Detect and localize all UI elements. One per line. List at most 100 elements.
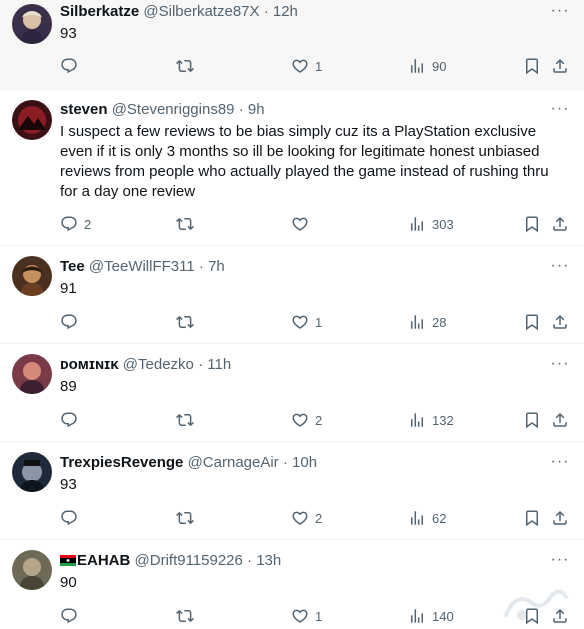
retweet-button[interactable]: [176, 312, 194, 332]
reply-button[interactable]: [60, 56, 84, 76]
reply-button[interactable]: [60, 508, 84, 528]
timestamp[interactable]: 13h: [256, 552, 281, 569]
display-name[interactable]: EAHAB: [77, 552, 130, 569]
user-handle[interactable]: @CarnageAir: [188, 454, 279, 471]
more-icon[interactable]: ···: [550, 101, 570, 122]
tweet-header: Tee @TeeWillFF311 · 7h: [60, 257, 544, 277]
tweet[interactable]: Tee @TeeWillFF311 · 7h ··· 91 1 28: [0, 246, 584, 344]
tweet-header: TrexpiesRevenge @CarnageAir · 10h: [60, 453, 544, 473]
user-handle[interactable]: @Tedezko: [123, 356, 194, 373]
retweet-button[interactable]: [176, 56, 194, 76]
views-icon: [408, 57, 426, 75]
retweet-button[interactable]: [176, 214, 194, 234]
reply-button[interactable]: [60, 410, 84, 430]
tweet[interactable]: steven @Stevenriggins89 · 9h ··· I suspe…: [0, 90, 584, 246]
user-handle[interactable]: @Drift91159226: [135, 552, 243, 569]
retweet-icon: [176, 411, 194, 429]
heart-icon: [291, 411, 309, 429]
more-icon[interactable]: ···: [550, 454, 570, 475]
avatar[interactable]: [12, 452, 52, 492]
tweet-actions: 2 303: [0, 214, 584, 234]
timestamp[interactable]: 10h: [292, 454, 317, 471]
share-button[interactable]: [551, 312, 569, 332]
avatar[interactable]: [12, 100, 52, 140]
like-button[interactable]: 1: [291, 606, 322, 626]
tweet-header: Silberkatze @Silberkatze87X · 12h: [60, 2, 544, 22]
more-icon[interactable]: ···: [550, 258, 570, 279]
tweet[interactable]: Silberkatze @Silberkatze87X · 12h ··· 93…: [0, 0, 584, 90]
avatar[interactable]: [12, 4, 52, 44]
bookmark-button[interactable]: [523, 214, 541, 234]
share-button[interactable]: [551, 508, 569, 528]
share-icon: [551, 313, 569, 331]
share-button[interactable]: [551, 56, 569, 76]
like-button[interactable]: 1: [291, 312, 322, 332]
retweet-button[interactable]: [176, 508, 194, 528]
views-button[interactable]: 303: [408, 214, 454, 234]
display-name[interactable]: Tee: [60, 258, 85, 275]
retweet-icon: [176, 57, 194, 75]
share-icon: [551, 57, 569, 75]
tweet[interactable]: ᴅᴏᴍɪɴɪᴋ @Tedezko · 11h ··· 89 2 132: [0, 344, 584, 442]
display-name[interactable]: Silberkatze: [60, 3, 139, 20]
reply-button[interactable]: [60, 312, 84, 332]
avatar[interactable]: [12, 256, 52, 296]
display-name[interactable]: steven: [60, 101, 108, 118]
separator: ·: [282, 454, 288, 471]
like-button[interactable]: 2: [291, 410, 322, 430]
bookmark-button[interactable]: [523, 312, 541, 332]
share-button[interactable]: [551, 410, 569, 430]
tweet[interactable]: EAHAB @Drift91159226 · 13h ··· 90 1 140: [0, 540, 584, 629]
bookmark-button[interactable]: [523, 508, 541, 528]
separator: ·: [198, 356, 204, 373]
views-button[interactable]: 140: [408, 606, 454, 626]
timestamp[interactable]: 9h: [248, 101, 265, 118]
user-handle[interactable]: @Stevenriggins89: [112, 101, 235, 118]
separator: ·: [238, 101, 244, 118]
views-button[interactable]: 62: [408, 508, 446, 528]
retweet-button[interactable]: [176, 606, 194, 626]
bookmark-button[interactable]: [523, 56, 541, 76]
user-handle[interactable]: @Silberkatze87X: [143, 3, 259, 20]
avatar[interactable]: [12, 550, 52, 590]
more-icon[interactable]: ···: [550, 552, 570, 573]
like-button[interactable]: 1: [291, 56, 322, 76]
retweet-button[interactable]: [176, 410, 194, 430]
like-count: 1: [315, 58, 323, 74]
tweet[interactable]: TrexpiesRevenge @CarnageAir · 10h ··· 93…: [0, 442, 584, 540]
heart-icon: [291, 607, 309, 625]
bookmark-button[interactable]: [523, 606, 541, 626]
bookmark-button[interactable]: [523, 410, 541, 430]
like-button[interactable]: [291, 214, 315, 234]
views-button[interactable]: 90: [408, 56, 446, 76]
timestamp[interactable]: 12h: [273, 3, 298, 20]
like-button[interactable]: 2: [291, 508, 322, 528]
views-button[interactable]: 28: [408, 312, 446, 332]
heart-icon: [291, 57, 309, 75]
retweet-icon: [176, 509, 194, 527]
reply-icon: [60, 607, 78, 625]
views-icon: [408, 411, 426, 429]
views-icon: [408, 607, 426, 625]
timestamp[interactable]: 11h: [207, 356, 231, 373]
tweet-header: ᴅᴏᴍɪɴɪᴋ @Tedezko · 11h: [60, 355, 544, 375]
reply-button[interactable]: 2: [60, 214, 91, 234]
retweet-icon: [176, 313, 194, 331]
more-icon[interactable]: ···: [550, 356, 570, 377]
more-icon[interactable]: ···: [550, 3, 570, 24]
view-count: 28: [432, 314, 447, 330]
share-button[interactable]: [551, 214, 569, 234]
reply-icon: [60, 57, 78, 75]
display-name[interactable]: ᴅᴏᴍɪɴɪᴋ: [60, 356, 119, 373]
reply-icon: [60, 215, 78, 233]
reply-icon: [60, 509, 78, 527]
timestamp[interactable]: 7h: [208, 258, 225, 275]
user-handle[interactable]: @TeeWillFF311: [89, 258, 195, 275]
avatar[interactable]: [12, 354, 52, 394]
views-button[interactable]: 132: [408, 410, 454, 430]
share-icon: [551, 607, 569, 625]
share-button[interactable]: [551, 606, 569, 626]
display-name[interactable]: TrexpiesRevenge: [60, 454, 183, 471]
retweet-icon: [176, 607, 194, 625]
reply-button[interactable]: [60, 606, 84, 626]
